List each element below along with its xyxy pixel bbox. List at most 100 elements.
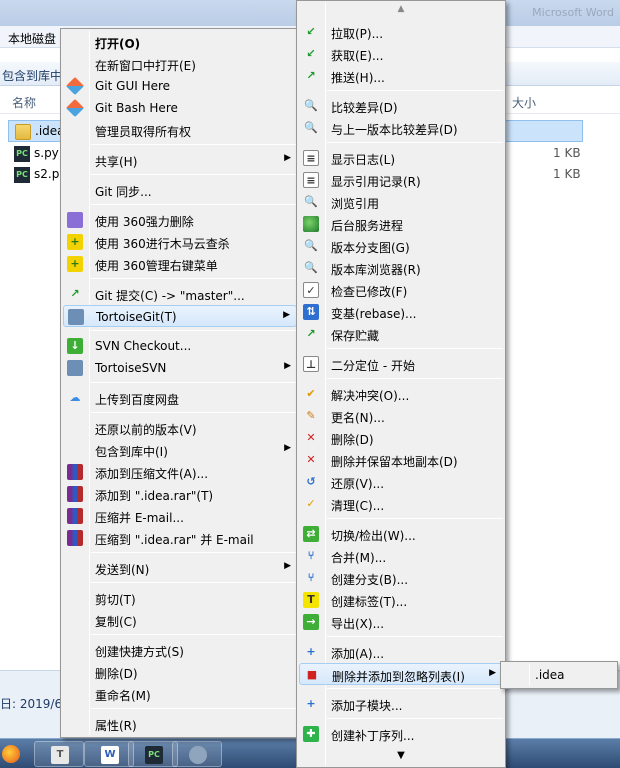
menu-item-delete[interactable]: 删除(D) (63, 661, 297, 683)
menu-item-360-manage[interactable]: + 使用 360管理右键菜单 (63, 253, 297, 275)
tortoisegit-icon (68, 309, 84, 325)
delete-x-icon: ✕ (306, 431, 316, 444)
menu-item-label: 添加(A)... (331, 647, 385, 661)
menu-separator (91, 278, 297, 279)
menu-item-take-ownership[interactable]: 管理员取得所有权 (63, 119, 297, 141)
file-size: 1 KB (553, 167, 581, 181)
menu-item-delete-keep-local[interactable]: ✕ 删除并保留本地副本(D) (299, 449, 503, 471)
menu-item-add-archive[interactable]: 添加到压缩文件(A)... (63, 461, 297, 483)
menu-item-rebase[interactable]: ⇅ 变基(rebase)... (299, 301, 503, 323)
menu-item-git-commit[interactable]: ↗ Git 提交(C) -> "master"... (63, 283, 297, 305)
menu-item-fetch[interactable]: ↙ 获取(E)... (299, 43, 503, 65)
menu-item-add-rar[interactable]: 添加到 ".idea.rar"(T) (63, 483, 297, 505)
menu-item-label: Git 同步... (95, 185, 152, 199)
menu-item-compress-rar-email[interactable]: 压缩到 ".idea.rar" 并 E-mail (63, 527, 297, 549)
menu-item-share[interactable]: 共享(H) ▶ (63, 149, 297, 171)
menu-item-git-gui[interactable]: Git GUI Here (63, 75, 297, 97)
menu-item-pull[interactable]: ↙ 拉取(P)... (299, 21, 503, 43)
menu-item-cut[interactable]: 剪切(T) (63, 587, 297, 609)
menu-item-delete-add-ignore[interactable]: ■ 删除并添加到忽略列表(I) ▶ (299, 663, 503, 685)
menu-item-include-library[interactable]: 包含到库中(I) ▶ (63, 439, 297, 461)
menu-item-rename[interactable]: 重命名(M) (63, 683, 297, 705)
column-name[interactable]: 名称 (12, 94, 36, 111)
menu-separator (91, 708, 297, 709)
menu-item-rename[interactable]: ✎ 更名(N)... (299, 405, 503, 427)
branch-icon: ⑂ (307, 571, 315, 584)
menu-item-diff[interactable]: 🔍 比较差异(D) (299, 95, 503, 117)
menu-separator (327, 142, 503, 143)
text-editor-taskbar-button[interactable]: T (34, 741, 84, 767)
menu-item-create-tag[interactable]: T 创建标签(T)... (299, 589, 503, 611)
menu-item-bisect-start[interactable]: ⊥ 二分定位 - 开始 (299, 353, 503, 375)
menu-item-switch-checkout[interactable]: ⇄ 切换/检出(W)... (299, 523, 503, 545)
firefox-taskbar-button[interactable] (0, 742, 22, 766)
menu-item-label: 压缩到 ".idea.rar" 并 E-mail (95, 533, 254, 547)
menu-item-label: 添加子模块... (331, 699, 403, 713)
submenu-arrow-icon: ▶ (284, 153, 291, 163)
menu-item-export[interactable]: → 导出(X)... (299, 611, 503, 633)
menu-item-add-submodule[interactable]: + 添加子模块... (299, 693, 503, 715)
menu-item-baidu-upload[interactable]: ☁ 上传到百度网盘 (63, 387, 297, 409)
menu-item-open[interactable]: 打开(O) (63, 31, 297, 53)
menu-item-add[interactable]: + 添加(A)... (299, 641, 503, 663)
menu-item-restore-previous[interactable]: 还原以前的版本(V) (63, 417, 297, 439)
360-icon: + (67, 256, 83, 272)
include-library-button[interactable]: 包含到库中 (2, 67, 62, 84)
menu-item-label: 更名(N)... (331, 411, 385, 425)
menu-separator (91, 382, 297, 383)
menu-item-label: 显示引用记录(R) (331, 175, 421, 189)
menu-item-tortoisesvn[interactable]: TortoiseSVN ▶ (63, 357, 297, 379)
scroll-down-arrow-icon[interactable]: ▼ (297, 750, 505, 761)
menu-separator (327, 348, 503, 349)
menu-item-compress-email[interactable]: 压缩并 E-mail... (63, 505, 297, 527)
menu-item-svn-checkout[interactable]: ↓ SVN Checkout... (63, 335, 297, 357)
menu-item-repo-browser[interactable]: 🔍 版本库浏览器(R) (299, 257, 503, 279)
menu-item-cleanup[interactable]: ✓ 清理(C)... (299, 493, 503, 515)
menu-item-label: 复制(C) (95, 615, 137, 629)
menu-item-ignore-idea[interactable]: .idea (503, 664, 615, 686)
ignore-list-icon: ■ (306, 668, 318, 681)
menu-item-show-log[interactable]: ≡ 显示日志(L) (299, 147, 503, 169)
menu-item-reflog[interactable]: ≡ 显示引用记录(R) (299, 169, 503, 191)
menu-item-create-patch[interactable]: ✚ 创建补丁序列... (299, 723, 503, 745)
pycharm-taskbar-button[interactable]: PC (128, 741, 178, 767)
menu-item-open-new-window[interactable]: 在新窗口中打开(E) (63, 53, 297, 75)
menu-item-create-shortcut[interactable]: 创建快捷方式(S) (63, 639, 297, 661)
text-editor-icon: T (51, 746, 69, 764)
menu-item-merge[interactable]: ⑂ 合并(M)... (299, 545, 503, 567)
menu-item-stash-save[interactable]: ↗ 保存贮藏 (299, 323, 503, 345)
menu-item-label: 后台服务进程 (331, 219, 404, 233)
bisect-icon: ⊥ (303, 356, 319, 372)
menu-item-git-bash[interactable]: Git Bash Here (63, 97, 297, 119)
globe-icon (303, 216, 319, 232)
menu-item-label: Git 提交(C) -> "master"... (95, 289, 245, 303)
menu-item-browse-refs[interactable]: 🔍 浏览引用 (299, 191, 503, 213)
scroll-up-arrow-icon[interactable]: ▲ (297, 4, 505, 14)
breadcrumb[interactable]: 本地磁盘 (8, 30, 56, 47)
menu-item-check-modifications[interactable]: ✓ 检查已修改(F) (299, 279, 503, 301)
menu-item-delete[interactable]: ✕ 删除(D) (299, 427, 503, 449)
menu-item-properties[interactable]: 属性(R) (63, 713, 297, 735)
menu-item-send-to[interactable]: 发送到(N) ▶ (63, 557, 297, 579)
menu-separator (327, 518, 503, 519)
menu-item-revert[interactable]: ↺ 还原(V)... (299, 471, 503, 493)
menu-item-360-delete[interactable]: 使用 360强力删除 (63, 209, 297, 231)
tortoise-taskbar-button[interactable] (172, 741, 222, 767)
menu-item-label: 在新窗口中打开(E) (95, 59, 196, 73)
menu-item-copy[interactable]: 复制(C) (63, 609, 297, 631)
menu-item-push[interactable]: ↗ 推送(H)... (299, 65, 503, 87)
menu-item-git-sync[interactable]: Git 同步... (63, 179, 297, 201)
menu-item-label: 打开(O) (95, 37, 141, 51)
menu-item-label: 压缩并 E-mail... (95, 511, 184, 525)
menu-item-360-scan[interactable]: + 使用 360进行木马云查杀 (63, 231, 297, 253)
menu-item-label: Git GUI Here (95, 79, 171, 93)
menu-item-daemon[interactable]: 后台服务进程 (299, 213, 503, 235)
column-size[interactable]: 大小 (512, 94, 536, 111)
menu-item-diff-previous[interactable]: 🔍 与上一版本比较差异(D) (299, 117, 503, 139)
menu-item-resolve[interactable]: ✔ 解决冲突(O)... (299, 383, 503, 405)
menu-item-revision-graph[interactable]: 🔍 版本分支图(G) (299, 235, 503, 257)
menu-separator (327, 90, 503, 91)
menu-item-tortoisegit[interactable]: TortoiseGit(T) ▶ (63, 305, 297, 327)
word-taskbar-button[interactable]: W (84, 741, 134, 767)
menu-item-create-branch[interactable]: ⑂ 创建分支(B)... (299, 567, 503, 589)
